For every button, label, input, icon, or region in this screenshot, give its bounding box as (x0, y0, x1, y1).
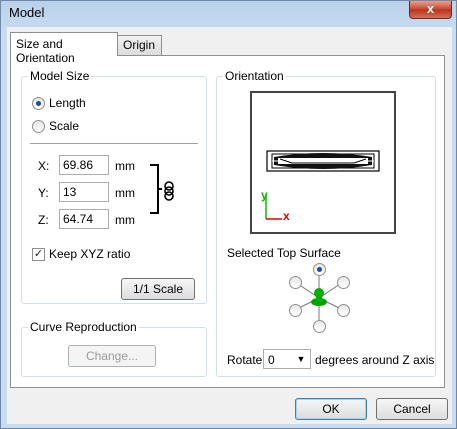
y-unit: mm (115, 186, 135, 200)
length-radio[interactable] (32, 97, 45, 110)
dropdown-arrow-icon: ▼ (296, 354, 306, 364)
rotate-select[interactable]: 0 ▼ (263, 349, 311, 369)
x-size-input[interactable]: 69.86 (59, 155, 109, 175)
button-label: Change... (85, 349, 139, 363)
tab-origin[interactable]: Origin (117, 35, 162, 55)
surface-radio-top[interactable] (313, 263, 326, 276)
rotate-value: 0 (268, 353, 275, 367)
button-label: OK (322, 402, 340, 416)
surface-radio-lower-right[interactable] (337, 304, 350, 317)
change-button[interactable]: Change... (68, 345, 156, 367)
rotate-suffix-label: degrees around Z axis (315, 353, 435, 367)
surface-radio-upper-right[interactable] (337, 276, 350, 289)
scale-radio[interactable] (32, 120, 45, 133)
y-size-input[interactable]: 13 (59, 182, 109, 202)
one-to-one-scale-button[interactable]: 1/1 Scale (121, 278, 195, 300)
curve-reproduction-group: Curve Reproduction Change... (21, 320, 207, 377)
tab-size-and-orientation[interactable]: Size and Orientation (10, 32, 118, 65)
y-label: Y: (38, 186, 49, 200)
surface-radio-upper-left[interactable] (289, 276, 302, 289)
tab-panel: Model Size Length Scale X: 69.86 mm Y: 1… (10, 55, 445, 388)
model-dialog: Model x Size and Orientation Origin Mode… (0, 0, 457, 429)
selected-top-surface-label: Selected Top Surface (227, 246, 341, 260)
y-axis-label: y (261, 188, 268, 202)
tab-label: Origin (123, 38, 156, 52)
z-size-input[interactable]: 64.74 (59, 209, 109, 229)
rotate-label: Rotate (227, 353, 263, 367)
orientation-legend: Orientation (223, 69, 286, 83)
surface-model-icon (311, 288, 327, 306)
dialog-client: Size and Orientation Origin Model Size L… (7, 27, 452, 424)
z-size-value: 64.74 (63, 212, 94, 226)
model-preview-canvas (265, 150, 380, 220)
ok-button[interactable]: OK (295, 398, 367, 420)
scale-label[interactable]: Scale (49, 119, 79, 133)
surface-radio-bottom[interactable] (313, 320, 326, 333)
model-size-group: Model Size Length Scale X: 69.86 mm Y: 1… (21, 69, 207, 304)
model-preview[interactable]: y x (250, 91, 396, 234)
keep-xyz-ratio-checkbox[interactable]: ✓ (32, 248, 45, 261)
button-label: Cancel (393, 402, 431, 416)
button-label: 1/1 Scale (132, 282, 184, 296)
close-icon: x (426, 1, 435, 16)
model-size-legend: Model Size (28, 69, 92, 83)
surface-radio-lower-left[interactable] (289, 304, 302, 317)
check-mark-icon: ✓ (33, 248, 44, 260)
chain-link-icon[interactable] (162, 181, 176, 201)
cancel-button[interactable]: Cancel (376, 398, 448, 420)
z-unit: mm (115, 213, 135, 227)
divider (30, 143, 198, 144)
title-bar[interactable]: Model x (1, 1, 456, 25)
x-axis-label: x (283, 209, 290, 223)
x-unit: mm (115, 159, 135, 173)
keep-xyz-ratio-label[interactable]: Keep XYZ ratio (49, 247, 130, 261)
x-size-value: 69.86 (63, 158, 94, 172)
z-label: Z: (38, 213, 49, 227)
close-button[interactable]: x (409, 1, 452, 19)
x-label: X: (38, 159, 50, 173)
orientation-group: Orientation y x Selected Top Surface Rot… (216, 69, 436, 377)
length-label[interactable]: Length (49, 96, 86, 110)
y-size-value: 13 (63, 185, 77, 199)
window-title: Model (9, 5, 45, 20)
tab-label: Size and Orientation (16, 37, 75, 65)
curve-reproduction-legend: Curve Reproduction (28, 320, 139, 334)
